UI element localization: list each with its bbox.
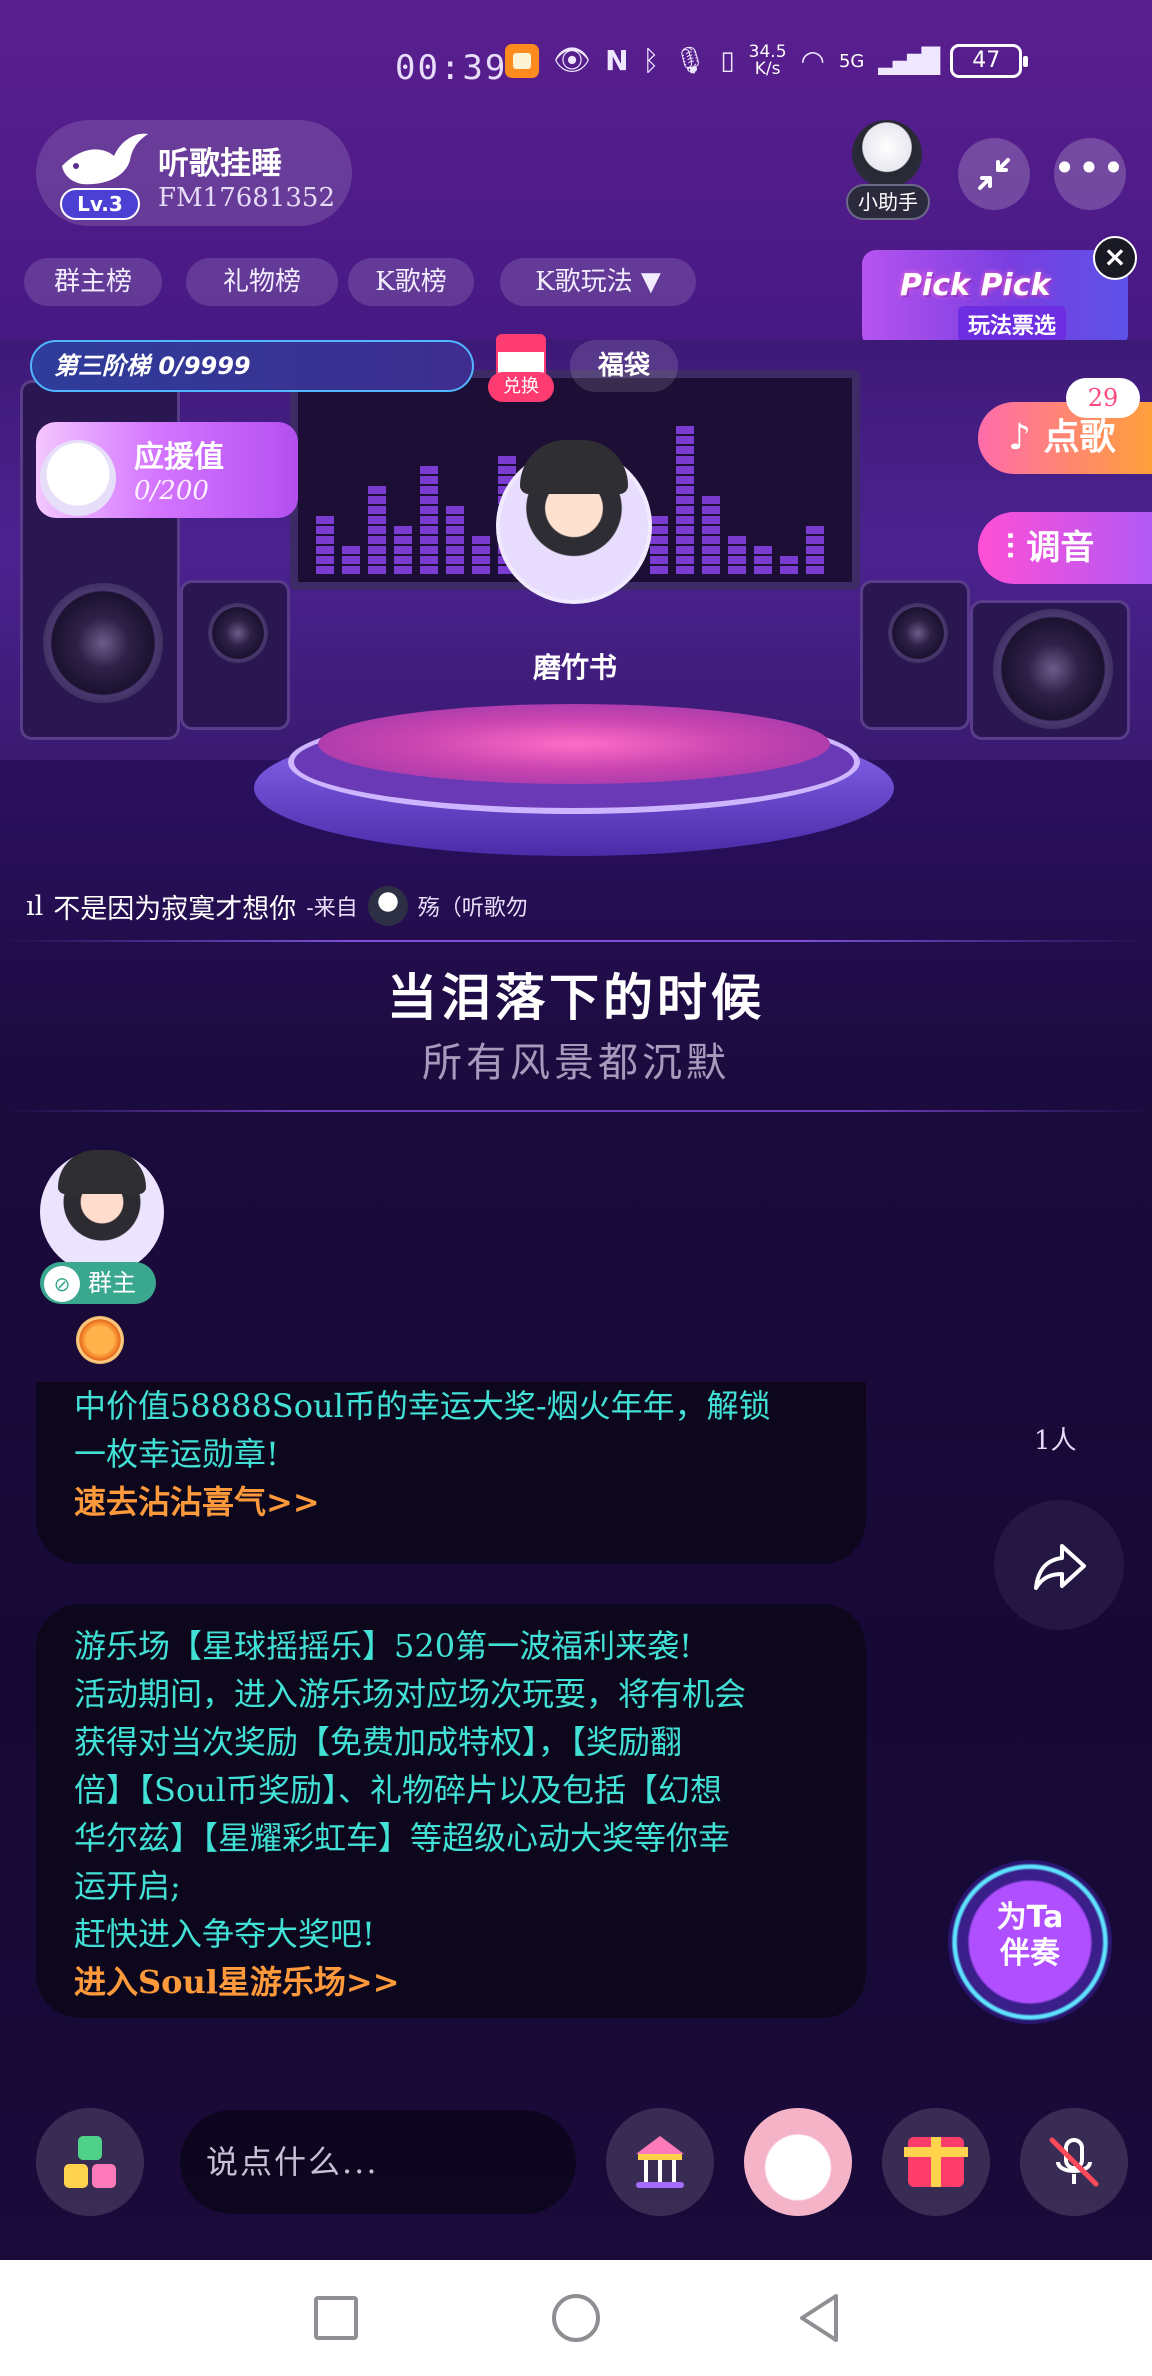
message-line: 中价值58888Soul币的幸运大奖-烟火年年，解锁 xyxy=(74,1387,771,1425)
carousel-button[interactable] xyxy=(606,2108,714,2216)
room-name: 听歌挂睡 xyxy=(158,146,282,182)
song-count-badge: 29 xyxy=(1066,378,1140,418)
tab-owner-rank[interactable]: 群主榜 xyxy=(24,258,162,306)
message-link[interactable]: 速去沾沾喜气>> xyxy=(74,1478,828,1526)
message-line: 赶快进入争夺大奖吧! xyxy=(74,1915,375,1953)
requester-avatar xyxy=(367,886,408,926)
back-icon[interactable] xyxy=(796,2292,844,2344)
tune-button[interactable]: ⫶ 调音 xyxy=(978,512,1152,584)
now-playing-title: 不是因为寂寞才想你 xyxy=(53,893,297,925)
equalizer-icon: ⫶ xyxy=(1006,528,1015,568)
tab-gift-rank[interactable]: 礼物榜 xyxy=(186,258,338,306)
left-small-speaker xyxy=(180,580,290,730)
app-notification-icon xyxy=(505,44,539,78)
chat-input[interactable]: 说点什么... xyxy=(180,2110,576,2214)
share-button[interactable] xyxy=(994,1500,1124,1630)
sound-wave-icon: ıl xyxy=(26,890,44,922)
battery-icon: 47 xyxy=(950,44,1029,78)
gift-button[interactable] xyxy=(882,2108,990,2216)
lyric-next-line: 所有风景都沉默 xyxy=(422,1040,730,1086)
mic-off-icon xyxy=(1049,2137,1099,2187)
gift-icon xyxy=(904,2137,968,2187)
now-playing-bar: ıl 不是因为寂寞才想你 -来自 殇（听歌勿 xyxy=(26,886,528,926)
right-small-speaker xyxy=(860,580,970,730)
level-medal-icon xyxy=(76,1316,124,1364)
support-value: 0/200 xyxy=(134,476,209,506)
home-icon[interactable] xyxy=(552,2294,600,2342)
ghost-mascot-icon xyxy=(40,440,116,516)
promo-close-icon[interactable]: × xyxy=(1093,236,1137,280)
status-icons: 👁 N ᛒ 🎙 ▯ 34.5 K/s ◠ 5G ▂▄▆█ 47 xyxy=(505,42,1029,79)
helper-robot-icon[interactable] xyxy=(852,120,922,188)
apps-button[interactable] xyxy=(36,2108,144,2216)
right-speaker xyxy=(970,600,1130,740)
nfc-icon: N xyxy=(605,44,629,77)
host-name: 磨竹书 xyxy=(532,651,617,684)
message-line: 游乐场【星球摇摇乐】520第一波福利来袭! xyxy=(74,1627,692,1665)
chat-message: 游乐场【星球摇摇乐】520第一波福利来袭! 活动期间，进入游乐场对应场次玩耍，将… xyxy=(36,1604,866,2018)
message-link[interactable]: 进入Soul星游乐场>> xyxy=(74,1958,828,2006)
owner-avatar-hat xyxy=(58,1150,146,1194)
listener-count[interactable]: 1人 xyxy=(1034,1420,1077,1457)
owner-crest-icon: ⊘ xyxy=(44,1266,80,1302)
lyric-current-line: 当泪落下的时候 xyxy=(387,968,765,1027)
message-line: 获得对当次奖励【免费加成特权】，【奖励翻 xyxy=(74,1723,683,1761)
status-bar: 00:39 👁 N ᛒ 🎙 ▯ 34.5 K/s ◠ 5G ▂▄▆█ 47 xyxy=(0,0,1152,130)
blocks-icon xyxy=(64,2136,116,2188)
status-time: 00:39 xyxy=(395,48,508,88)
mic-icon: 🎙 xyxy=(673,46,707,76)
promo-subtitle: 玩法票选 xyxy=(958,306,1067,342)
bluetooth-icon: ᛒ xyxy=(642,44,660,77)
more-dots-icon: ••• xyxy=(1053,146,1127,190)
carousel-icon xyxy=(636,2136,684,2188)
collapse-arrows-icon xyxy=(978,158,1010,190)
room-id: FM17681352 xyxy=(158,183,335,213)
now-playing-requester: 殇（听歌勿 xyxy=(417,896,528,921)
pet-avatar-button[interactable] xyxy=(744,2108,852,2216)
podium-top xyxy=(318,704,830,784)
wifi-icon: ◠ xyxy=(800,44,825,77)
tab-ksong-gameplay[interactable]: K歌玩法 ▼ xyxy=(500,258,696,306)
accompany-label: 为Ta 伴奏 xyxy=(996,1900,1064,1971)
more-options-button[interactable]: ••• xyxy=(1053,138,1127,210)
recent-apps-icon[interactable] xyxy=(314,2296,358,2340)
eye-icon: 👁 xyxy=(553,43,592,78)
mic-off-button[interactable] xyxy=(1020,2108,1128,2216)
support-title: 应援值 xyxy=(134,440,224,475)
network-type: 5G xyxy=(838,50,865,72)
helper-label[interactable]: 小助手 xyxy=(846,184,930,220)
tab-ksong-rank[interactable]: K歌榜 xyxy=(348,258,474,306)
exchange-label[interactable]: 兑换 xyxy=(488,372,554,402)
message-line: 一枚幸运勋章! xyxy=(74,1435,279,1473)
message-line: 华尔兹】【星耀彩虹车】等超级心动大奖等你幸 xyxy=(74,1819,731,1857)
share-arrow-icon xyxy=(1034,1544,1086,1590)
collapse-button[interactable] xyxy=(958,138,1030,210)
message-line: 活动期间，进入游乐场对应场次玩耍，将有机会 xyxy=(74,1675,747,1713)
chat-message: 中价值58888Soul币的幸运大奖-烟火年年，解锁 一枚幸运勋章! 速去沾沾喜… xyxy=(36,1382,866,1564)
promo-title: Pick Pick xyxy=(900,268,1051,303)
vibrate-icon: ▯ xyxy=(720,46,735,76)
now-playing-from: -来自 xyxy=(306,896,358,921)
signal-icon: ▂▄▆█ xyxy=(878,47,940,75)
lyrics-divider-bottom xyxy=(0,1110,1152,1112)
lyrics-divider-top xyxy=(0,940,1152,942)
message-line: 倍】【Soul币奖励】、礼物碎片以及包括【幻想 xyxy=(74,1771,723,1809)
message-line: 运开启; xyxy=(74,1867,181,1905)
request-song-label: 点歌 xyxy=(1043,417,1116,458)
room-level-badge: Lv.3 xyxy=(60,188,140,220)
lucky-bag-button[interactable]: 福袋 xyxy=(570,340,678,392)
tune-label: 调音 xyxy=(1026,528,1095,568)
net-speed: 34.5 K/s xyxy=(748,42,787,79)
ladder-progress[interactable]: 第三阶梯 0/9999 xyxy=(30,340,474,392)
